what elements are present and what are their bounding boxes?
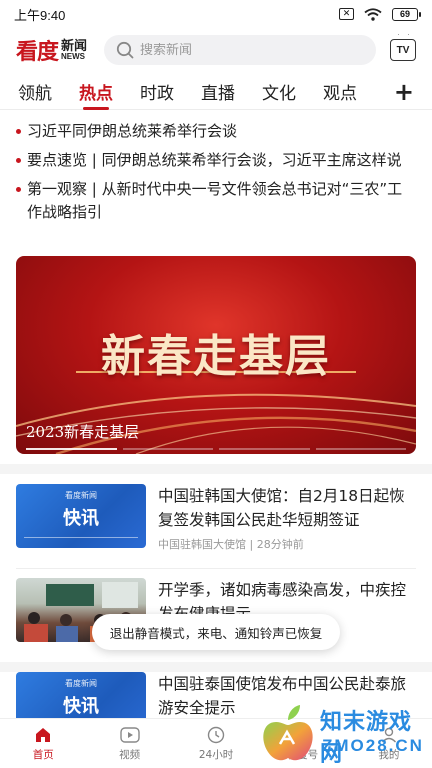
app-header: 看度 新闻 NEWS TV	[0, 30, 432, 70]
list-divider	[16, 568, 416, 569]
news-body: 中国驻韩国大使馆：自2月18日起恢复签发韩国公民赴华短期签证 中国驻韩国大使馆 …	[158, 484, 416, 564]
headline-item[interactable]: 习近平同伊朗总统莱希举行会谈	[16, 120, 416, 143]
bullet-dot	[16, 187, 21, 192]
category-tabs: 领航 热点 时政 直播 文化 观点 +	[0, 74, 432, 110]
nav-label: 24小时	[198, 749, 234, 761]
news-thumbnail: 看度新闻 快讯	[16, 484, 146, 548]
search-bar[interactable]	[104, 35, 376, 65]
logo-sub-cn: 新闻	[61, 38, 88, 54]
status-icons: ✕ 69	[339, 7, 421, 21]
toast-message: 退出静音模式，来电、通知铃声已恢复	[92, 614, 340, 650]
search-icon	[116, 41, 134, 59]
headline-list: 习近平同伊朗总统莱希举行会谈 要点速览 | 同伊朗总统莱希举行会谈，习近平主席这…	[16, 120, 416, 230]
thumb-line	[24, 537, 138, 538]
headline-text: 第一观察 | 从新时代中央一号文件领会总书记对“三农”工作战略指引	[27, 180, 403, 221]
feature-banner[interactable]: 新春走基层 2023新春走基层	[16, 256, 416, 454]
add-tab-icon[interactable]: +	[394, 74, 414, 110]
pager-dot	[219, 448, 310, 450]
nav-home[interactable]: 首页	[0, 719, 86, 768]
nav-label: 视频	[119, 749, 141, 761]
thumb-logo: 看度新闻	[65, 679, 97, 688]
pager-dot	[122, 448, 213, 450]
news-item[interactable]: 看度新闻 快讯 中国驻韩国大使馆：自2月18日起恢复签发韩国公民赴华短期签证 中…	[16, 484, 416, 564]
thumb-text: 快讯	[63, 508, 99, 529]
bullet-dot	[16, 158, 21, 163]
tab-guandian[interactable]: 观点	[323, 74, 357, 110]
headline-text: 要点速览 | 同伊朗总统莱希举行会谈，习近平主席这样说	[27, 151, 402, 169]
headline-text: 习近平同伊朗总统莱希举行会谈	[27, 122, 238, 140]
news-meta: 中国驻韩国大使馆 | 28分钟前	[158, 536, 416, 552]
section-divider	[0, 662, 432, 672]
thumb-text: 快讯	[63, 696, 99, 717]
wifi-icon	[364, 7, 382, 21]
clock-24-icon	[206, 725, 226, 745]
home-icon	[33, 725, 53, 745]
logo-main: 看度	[16, 39, 59, 65]
nav-label: 首页	[32, 749, 54, 761]
video-icon	[119, 725, 140, 745]
headline-item[interactable]: 第一观察 | 从新时代中央一号文件领会总书记对“三农”工作战略指引	[16, 178, 416, 224]
thumb-logo: 看度新闻	[65, 491, 97, 500]
bullet-dot	[16, 129, 21, 134]
nav-24h[interactable]: 24小时	[173, 719, 259, 768]
logo-sub-en: NEWS	[61, 51, 86, 61]
news-time: 28分钟前	[256, 538, 304, 551]
tab-shizheng[interactable]: 时政	[140, 74, 174, 110]
watermark-text-en: ZMO28.CN	[322, 736, 424, 755]
logo-sub: 新闻 NEWS	[61, 40, 87, 61]
status-time: 上午9:40	[14, 7, 66, 23]
notification-x-icon: ✕	[339, 8, 354, 20]
tab-linghang[interactable]: 领航	[18, 74, 52, 110]
battery-icon: 69	[392, 7, 421, 21]
banner-title: 新春走基层	[101, 331, 331, 382]
pager-dot	[315, 448, 406, 450]
banner-caption: 2023新春走基层	[26, 423, 140, 441]
news-source: 中国驻韩国大使馆	[158, 538, 246, 551]
site-watermark: 知末游戏网 ZMO28.CN	[258, 694, 432, 768]
pager-dot	[26, 448, 117, 450]
tv-button[interactable]: TV	[390, 39, 416, 61]
nav-video[interactable]: 视频	[86, 719, 172, 768]
banner-pager	[16, 448, 416, 450]
app-logo: 看度 新闻 NEWS	[16, 34, 98, 66]
meta-separator: |	[246, 538, 257, 551]
headline-item[interactable]: 要点速览 | 同伊朗总统莱希举行会谈，习近平主席这样说	[16, 149, 416, 172]
status-bar: 上午9:40 ✕ 69	[0, 0, 432, 28]
search-input[interactable]	[140, 42, 340, 58]
tab-wenhua[interactable]: 文化	[262, 74, 296, 110]
section-divider	[0, 464, 432, 474]
news-title: 中国驻韩国大使馆：自2月18日起恢复签发韩国公民赴华短期签证	[158, 487, 405, 529]
tab-zhibo[interactable]: 直播	[201, 74, 235, 110]
tab-redian[interactable]: 热点	[79, 74, 113, 110]
